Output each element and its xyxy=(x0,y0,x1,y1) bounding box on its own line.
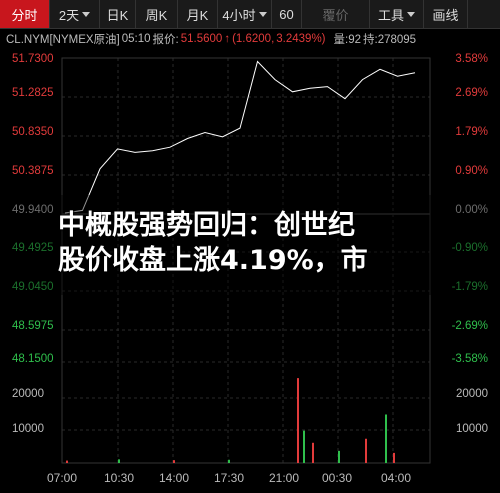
time-axis-label: 14:00 xyxy=(159,471,190,485)
volume-bar xyxy=(365,438,367,463)
pct-axis-label: 3.58% xyxy=(455,53,488,65)
price-axis-label: 50.8350 xyxy=(12,126,54,138)
volume-bar xyxy=(228,459,230,463)
price-axis-label: 51.7300 xyxy=(12,53,54,65)
time-axis-label: 00:30 xyxy=(322,471,353,485)
time-axis-label: 04:00 xyxy=(381,471,412,485)
volume-bar xyxy=(118,459,120,463)
headline-line-1: 中概股强势回归：创世纪 xyxy=(58,210,355,241)
time-axis-label: 07:00 xyxy=(47,471,78,485)
pct-axis-label: 1.79% xyxy=(455,126,488,138)
volume-bar xyxy=(393,452,395,463)
volume-axis-label-right: 10000 xyxy=(456,423,488,435)
pct-axis-label: -2.69% xyxy=(451,320,488,332)
pct-axis-label: -3.58% xyxy=(451,353,488,365)
price-axis-label: 48.1500 xyxy=(12,353,54,365)
volume-bar xyxy=(385,414,387,463)
headline-text: 中概股强势回归：创世纪 股价收盘上涨4.19%，市 xyxy=(58,208,498,278)
time-axis-label: 21:00 xyxy=(269,471,300,485)
price-axis-label: 51.2825 xyxy=(12,87,54,99)
volume-bars xyxy=(66,378,395,463)
volume-bar xyxy=(312,442,314,463)
pct-axis-label: 2.69% xyxy=(455,87,488,99)
volume-axis-label-right: 20000 xyxy=(456,388,488,400)
time-axis-label: 17:30 xyxy=(214,471,245,485)
volume-bar xyxy=(297,378,299,463)
time-axis-label: 10:30 xyxy=(104,471,135,485)
volume-bar xyxy=(66,460,68,463)
volume-bar xyxy=(338,450,340,463)
price-axis-label: 48.5975 xyxy=(12,320,54,332)
volume-bar xyxy=(303,430,305,463)
headline-line-2: 股价收盘上涨4.19%，市 xyxy=(58,245,368,276)
pct-axis-label: 0.90% xyxy=(455,165,488,177)
volume-axis-label: 20000 xyxy=(12,388,44,400)
volume-axis-label: 10000 xyxy=(12,423,44,435)
price-axis-label: 50.3875 xyxy=(12,165,54,177)
volume-bar xyxy=(173,460,175,463)
